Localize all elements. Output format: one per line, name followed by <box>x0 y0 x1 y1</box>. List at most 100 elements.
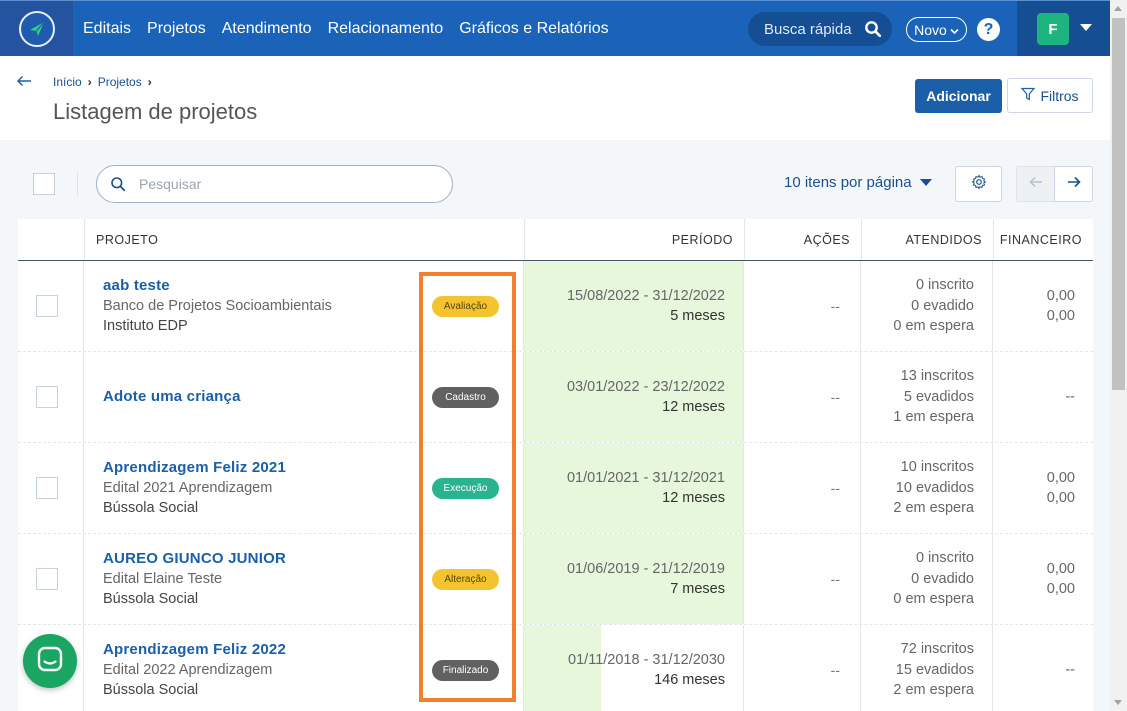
header-acoes[interactable]: AÇÕES <box>744 219 861 260</box>
divider <box>77 173 78 195</box>
row-checkbox[interactable] <box>36 386 58 408</box>
scroll-down-icon[interactable] <box>1114 700 1122 705</box>
user-menu[interactable]: F <box>1017 1 1110 57</box>
table-row[interactable]: Adote uma criança Cadastro 03/01/2022 - … <box>18 352 1093 443</box>
help-icon[interactable]: ? <box>977 18 1000 41</box>
quick-search[interactable]: Busca rápida <box>748 12 892 46</box>
financial-cell: 0,00 0,00 <box>993 261 1093 351</box>
dropout-count: 5 evadidos <box>903 388 974 405</box>
logo-icon <box>18 11 55 47</box>
chat-widget-button[interactable] <box>23 634 77 688</box>
nav-relacionamento[interactable]: Relacionamento <box>328 20 444 38</box>
project-info: Aprendizagem Feliz 2022 Edital 2022 Apre… <box>103 625 286 711</box>
enrolled-count: 72 inscritos <box>900 641 974 658</box>
period-info: 01/01/2021 - 31/12/2021 12 meses <box>567 443 725 533</box>
next-page-button[interactable] <box>1054 166 1093 202</box>
period-cell: 03/01/2022 - 23/12/2022 12 meses <box>524 352 744 442</box>
row-check-cell <box>18 352 84 442</box>
project-edital: Banco de Projetos Socioambientais <box>103 298 332 314</box>
attendance-cell: 0 inscrito 0 evadido 0 em espera <box>861 534 993 624</box>
search-input[interactable] <box>139 174 429 194</box>
table-header: PROJETO PERÍODO AÇÕES ATENDIDOS FINANCEI… <box>18 219 1093 261</box>
financial-cell: 0,00 0,00 <box>993 443 1093 533</box>
row-checkbox[interactable] <box>36 295 58 317</box>
header-projeto[interactable]: PROJETO <box>84 219 524 260</box>
financial-info: 0,00 0,00 <box>1047 261 1075 351</box>
period-info: 03/01/2022 - 23/12/2022 12 meses <box>567 352 725 442</box>
add-button[interactable]: Adicionar <box>915 79 1002 113</box>
table-row[interactable]: aab teste Banco de Projetos Socioambient… <box>18 261 1093 352</box>
nav-projetos[interactable]: Projetos <box>147 20 206 38</box>
previous-page-button[interactable] <box>1016 166 1055 202</box>
project-name-link[interactable]: Aprendizagem Feliz 2021 <box>103 458 286 478</box>
project-name-link[interactable]: aab teste <box>103 276 332 296</box>
enrolled-count: 0 inscrito <box>915 550 974 567</box>
financial-info: 0,00 0,00 <box>1047 443 1075 533</box>
financial-cell: 0,00 0,00 <box>993 534 1093 624</box>
novo-label: Novo <box>914 21 947 38</box>
attendance-info: 10 inscritos 10 evadidos 2 em espera <box>893 443 974 533</box>
scroll-up-icon[interactable] <box>1114 6 1122 11</box>
table-row[interactable]: AUREO GIUNCO JUNIOR Edital Elaine Teste … <box>18 534 1093 625</box>
status-highlight-annotation <box>419 272 516 702</box>
chat-icon <box>36 645 64 678</box>
dropout-count: 0 evadido <box>911 297 974 314</box>
table-settings-button[interactable] <box>955 166 1002 202</box>
caret-down-icon <box>919 179 932 186</box>
waiting-count: 1 em espera <box>893 409 974 426</box>
search-icon <box>110 176 126 197</box>
dropout-count: 10 evadidos <box>895 479 974 496</box>
project-organization: Bússola Social <box>103 500 199 516</box>
row-checkbox[interactable] <box>36 568 58 590</box>
header-periodo[interactable]: PERÍODO <box>524 219 744 260</box>
search-field[interactable] <box>96 165 453 203</box>
back-arrow-icon[interactable] <box>16 74 32 92</box>
search-icon <box>864 20 882 42</box>
items-per-page-select[interactable]: 10 itens por página <box>784 174 932 191</box>
project-name-link[interactable]: Aprendizagem Feliz 2022 <box>103 640 286 660</box>
filters-button[interactable]: Filtros <box>1007 78 1093 113</box>
waiting-count: 2 em espera <box>893 682 974 699</box>
enrolled-count: 10 inscritos <box>900 459 974 476</box>
row-checkbox[interactable] <box>36 477 58 499</box>
nav-editais[interactable]: Editais <box>83 20 131 38</box>
breadcrumb-projetos[interactable]: Projetos <box>98 75 142 89</box>
period-cell: 01/11/2018 - 31/12/2030 146 meses <box>524 625 744 711</box>
novo-dropdown-button[interactable]: Novo <box>906 17 967 42</box>
project-name-link[interactable]: Adote uma criança <box>103 387 241 407</box>
row-check-cell <box>18 443 84 533</box>
table-row[interactable]: Aprendizagem Feliz 2022 Edital 2022 Apre… <box>18 625 1093 711</box>
nav-atendimento[interactable]: Atendimento <box>222 20 312 38</box>
page-scrollbar[interactable] <box>1110 0 1127 711</box>
project-edital: Edital Elaine Teste <box>103 571 223 587</box>
waiting-count: 2 em espera <box>893 500 974 517</box>
scrollbar-thumb[interactable] <box>1112 18 1125 390</box>
page-header: Início › Projetos › Listagem de projetos… <box>0 56 1110 140</box>
actions-cell: -- <box>744 261 861 351</box>
period-info: 15/08/2022 - 31/12/2022 5 meses <box>567 261 725 351</box>
nav-graficos-relatorios[interactable]: Gráficos e Relatórios <box>459 20 608 38</box>
project-name-link[interactable]: AUREO GIUNCO JUNIOR <box>103 549 286 569</box>
items-per-page-label: 10 itens por página <box>784 174 912 191</box>
period-range: 03/01/2022 - 23/12/2022 <box>566 379 725 395</box>
period-duration: 12 meses <box>662 490 725 506</box>
header-financeiro[interactable]: FINANCEIRO <box>993 219 1093 260</box>
select-all-checkbox[interactable] <box>33 173 55 195</box>
period-range: 15/08/2022 - 31/12/2022 <box>566 288 725 304</box>
financial-value-1: 0,00 <box>1046 560 1075 577</box>
header-atendidos[interactable]: ATENDIDOS <box>861 219 993 260</box>
breadcrumb-separator: › <box>87 75 92 89</box>
period-info: 01/06/2019 - 21/12/2019 7 meses <box>567 534 725 624</box>
attendance-info: 13 inscritos 5 evadidos 1 em espera <box>893 352 974 442</box>
period-duration: 146 meses <box>654 672 725 688</box>
app-logo[interactable] <box>0 1 73 57</box>
content-area: 10 itens por página PROJETO PERÍODO AÇÕE… <box>0 140 1110 711</box>
dropout-count: 0 evadido <box>911 570 974 587</box>
breadcrumb: Início › Projetos › <box>53 75 152 89</box>
table-row[interactable]: Aprendizagem Feliz 2021 Edital 2021 Apre… <box>18 443 1093 534</box>
breadcrumb-inicio[interactable]: Início <box>53 75 82 89</box>
project-info: Adote uma criança <box>103 352 241 442</box>
project-organization: Instituto EDP <box>103 318 188 334</box>
project-organization: Bússola Social <box>103 682 199 698</box>
financial-info: 0,00 0,00 <box>1047 534 1075 624</box>
